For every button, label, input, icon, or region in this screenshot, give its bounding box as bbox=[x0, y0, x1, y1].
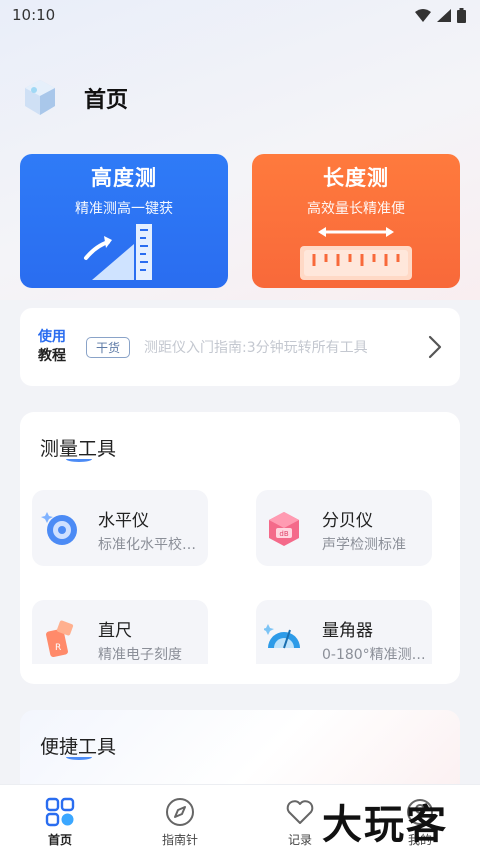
tutorial-label-line2: 教程 bbox=[38, 348, 66, 364]
status-icons bbox=[415, 7, 466, 23]
status-time: 10:10 bbox=[12, 6, 56, 24]
length-measure-card[interactable]: 长度测 高效量长精准便 bbox=[252, 154, 460, 288]
tool-desc: 标准化水平校… bbox=[98, 537, 196, 553]
tutorial-banner[interactable]: 使用 教程 干货 测距仪入门指南:3分钟玩转所有工具 bbox=[20, 308, 460, 386]
home-grid-icon bbox=[45, 797, 75, 827]
tool-desc: 声学检测标准 bbox=[322, 537, 406, 553]
tutorial-badge: 干货 bbox=[86, 336, 131, 358]
tab-label: 记录 bbox=[287, 833, 312, 847]
page-title: 首页 bbox=[84, 88, 129, 113]
height-card-title: 高度测 bbox=[91, 166, 157, 190]
level-icon bbox=[41, 512, 77, 545]
chevron-right-icon[interactable] bbox=[428, 335, 442, 359]
tool-name: 直尺 bbox=[98, 621, 132, 641]
tool-name: 水平仪 bbox=[98, 511, 149, 531]
tool-name: 分贝仪 bbox=[322, 511, 373, 531]
title-underline bbox=[66, 754, 92, 760]
app-logo-icon bbox=[25, 80, 55, 115]
height-ruler-icon bbox=[84, 224, 152, 280]
tutorial-text: 测距仪入门指南:3分钟玩转所有工具 bbox=[144, 340, 368, 356]
tab-compass[interactable]: 指南针 bbox=[120, 785, 240, 854]
tool-name: 量角器 bbox=[322, 621, 373, 641]
status-bar: 10:10 bbox=[0, 0, 480, 30]
length-card-subtitle: 高效量长精准便 bbox=[307, 201, 405, 217]
tutorial-label-line1: 使用 bbox=[38, 329, 66, 345]
tab-label: 指南针 bbox=[161, 833, 198, 847]
heart-icon bbox=[286, 800, 314, 824]
title-underline bbox=[66, 456, 92, 462]
ruler-icon: R bbox=[46, 620, 74, 658]
compass-icon bbox=[166, 798, 194, 826]
length-card-title: 长度测 bbox=[323, 166, 389, 190]
tool-protractor[interactable]: 量角器 0-180°精准测… bbox=[256, 600, 432, 664]
tool-ruler[interactable]: R 直尺 精准电子刻度 bbox=[32, 600, 208, 664]
svg-text:dB: dB bbox=[279, 530, 288, 538]
tutorial-label: 使用 教程 bbox=[38, 328, 78, 366]
svg-text:R: R bbox=[55, 643, 61, 653]
tool-decibel[interactable]: dB 分贝仪 声学检测标准 bbox=[256, 490, 432, 566]
tool-desc: 精准电子刻度 bbox=[98, 647, 182, 663]
length-ruler-icon bbox=[300, 227, 412, 280]
header: 首页 bbox=[22, 76, 128, 120]
height-measure-card[interactable]: 高度测 精准测高一键获 bbox=[20, 154, 228, 288]
battery-icon bbox=[457, 7, 466, 23]
watermark-text: 大玩客 bbox=[322, 801, 448, 848]
tab-home[interactable]: 首页 bbox=[0, 785, 120, 854]
tab-label: 首页 bbox=[47, 833, 72, 847]
measure-tools-section: 测量工具 水平仪 标准化水平校… dB 分贝仪 声学检测标准 R 直尺 精准电子… bbox=[20, 412, 460, 684]
decibel-icon: dB bbox=[269, 512, 299, 546]
signal-icon bbox=[437, 8, 451, 22]
height-card-subtitle: 精准测高一键获 bbox=[75, 201, 173, 217]
tool-desc: 0-180°精准测… bbox=[322, 647, 426, 663]
protractor-icon bbox=[264, 624, 300, 649]
tool-level[interactable]: 水平仪 标准化水平校… bbox=[32, 490, 208, 566]
wifi-icon bbox=[415, 8, 431, 22]
